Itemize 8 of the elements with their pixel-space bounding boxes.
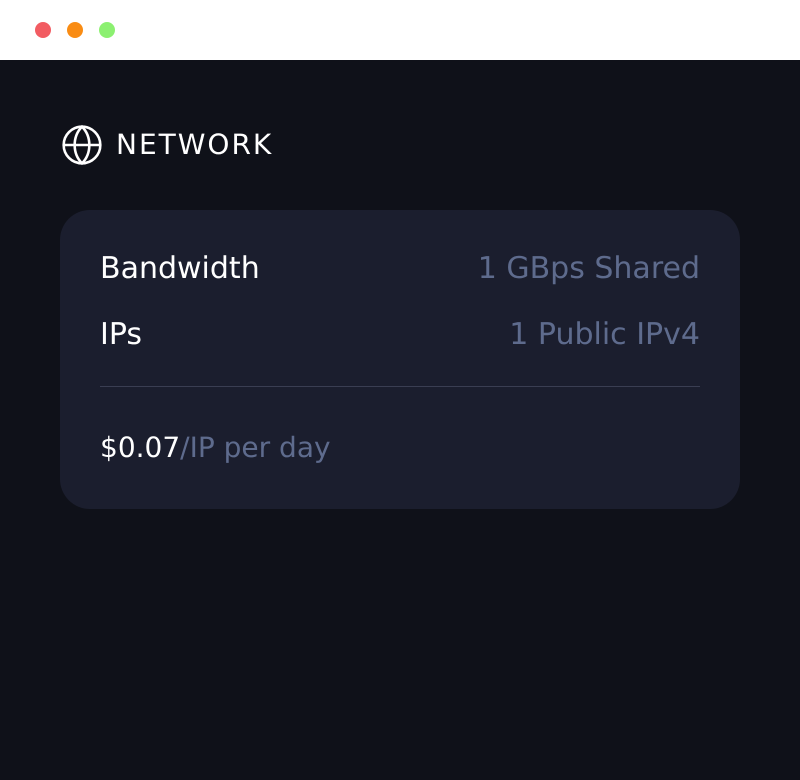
spec-value: 1 GBps Shared	[478, 250, 700, 288]
price-unit: /IP per day	[180, 430, 331, 466]
section-title: NETWORK	[116, 127, 274, 163]
spec-label: Bandwidth	[100, 250, 260, 288]
globe-icon	[60, 123, 104, 167]
price-amount: $0.07	[100, 430, 180, 466]
spec-value: 1 Public IPv4	[509, 316, 700, 354]
spec-label: IPs	[100, 316, 142, 354]
